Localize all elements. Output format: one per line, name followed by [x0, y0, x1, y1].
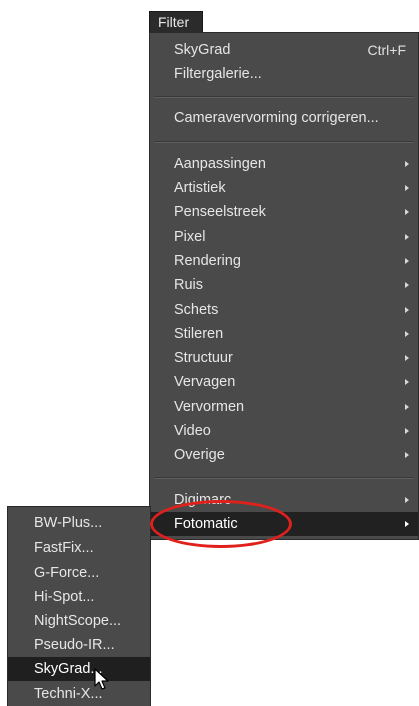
chevron-right-icon	[405, 161, 409, 167]
submenu-item-label: Hi-Spot...	[34, 589, 95, 605]
menu-item-label: Stileren	[174, 326, 224, 342]
menu-item-stileren[interactable]: Stileren	[150, 322, 418, 346]
chevron-right-icon	[405, 307, 409, 313]
submenu-item-label: Pseudo-IR...	[34, 637, 115, 653]
submenu-item-label: FastFix...	[34, 540, 94, 556]
menu-item-label: Aanpassingen	[174, 156, 266, 172]
menu-item-label: Penseelstreek	[174, 204, 266, 220]
menu-item-skygrad-last-filter[interactable]: SkyGrad Ctrl+F	[150, 38, 418, 62]
fotomatic-submenu: BW-Plus... FastFix... G-Force... Hi-Spot…	[7, 506, 151, 706]
submenu-item-fastfix[interactable]: FastFix...	[8, 536, 150, 560]
menu-item-label: Artistiek	[174, 180, 226, 196]
chevron-right-icon	[405, 452, 409, 458]
menu-item-overige[interactable]: Overige	[150, 443, 418, 467]
screenshot-stage: Filter SkyGrad Ctrl+F Filtergalerie... C…	[0, 0, 419, 706]
menubar-filter[interactable]: Filter	[149, 11, 203, 33]
menu-item-digimarc[interactable]: Digimarc	[150, 488, 418, 512]
menu-item-label: SkyGrad	[174, 42, 231, 58]
menu-separator	[154, 96, 414, 98]
menu-item-schets[interactable]: Schets	[150, 298, 418, 322]
submenu-item-techni-x[interactable]: Techni-X...	[8, 682, 150, 706]
submenu-item-pseudo-ir[interactable]: Pseudo-IR...	[8, 633, 150, 657]
menu-item-rendering[interactable]: Rendering	[150, 249, 418, 273]
menu-item-label: Structuur	[174, 350, 233, 366]
submenu-item-label: NightScope...	[34, 613, 122, 629]
chevron-right-icon	[405, 428, 409, 434]
submenu-item-nightscope[interactable]: NightScope...	[8, 609, 150, 633]
menu-item-label: Filtergalerie...	[174, 66, 262, 82]
chevron-right-icon	[405, 521, 409, 527]
menu-item-structuur[interactable]: Structuur	[150, 346, 418, 370]
chevron-right-icon	[405, 379, 409, 385]
menu-item-artistiek[interactable]: Artistiek	[150, 176, 418, 200]
submenu-item-label: SkyGrad...	[34, 661, 103, 677]
menubar-filter-label: Filter	[158, 14, 190, 30]
menu-item-label: Vervormen	[174, 399, 245, 415]
menu-item-vervagen[interactable]: Vervagen	[150, 370, 418, 394]
menu-item-penseelstreek[interactable]: Penseelstreek	[150, 200, 418, 224]
menu-item-pixel[interactable]: Pixel	[150, 225, 418, 249]
menu-item-label: Rendering	[174, 253, 241, 269]
chevron-right-icon	[405, 331, 409, 337]
submenu-item-bw-plus[interactable]: BW-Plus...	[8, 511, 150, 535]
menu-item-filtergalerie[interactable]: Filtergalerie...	[150, 62, 418, 86]
menu-item-label: Digimarc	[174, 492, 232, 508]
menu-item-label: Overige	[174, 447, 225, 463]
menu-item-ruis[interactable]: Ruis	[150, 273, 418, 297]
chevron-right-icon	[405, 404, 409, 410]
submenu-item-label: G-Force...	[34, 565, 100, 581]
menu-item-vervormen[interactable]: Vervormen	[150, 395, 418, 419]
chevron-right-icon	[405, 282, 409, 288]
menu-item-aanpassingen[interactable]: Aanpassingen	[150, 152, 418, 176]
menu-item-fotomatic[interactable]: Fotomatic	[150, 512, 418, 536]
menu-item-label: Schets	[174, 302, 219, 318]
chevron-right-icon	[405, 497, 409, 503]
menu-item-label: Video	[174, 423, 211, 439]
menu-item-label: Cameravervorming corrigeren...	[174, 110, 379, 126]
menu-separator	[154, 141, 414, 143]
submenu-item-label: BW-Plus...	[34, 515, 103, 531]
chevron-right-icon	[405, 355, 409, 361]
chevron-right-icon	[405, 185, 409, 191]
menu-item-label: Vervagen	[174, 374, 236, 390]
submenu-item-label: Techni-X...	[34, 686, 103, 702]
chevron-right-icon	[405, 209, 409, 215]
menu-item-label: Pixel	[174, 229, 206, 245]
menu-separator	[154, 477, 414, 479]
menu-item-cameravervorming[interactable]: Cameravervorming corrigeren...	[150, 106, 418, 130]
menu-item-label: Ruis	[174, 277, 204, 293]
menu-item-label: Fotomatic	[174, 516, 238, 532]
submenu-item-skygrad[interactable]: SkyGrad...	[8, 657, 150, 681]
chevron-right-icon	[405, 258, 409, 264]
filter-menu: SkyGrad Ctrl+F Filtergalerie... Camerave…	[149, 32, 419, 540]
submenu-item-hi-spot[interactable]: Hi-Spot...	[8, 585, 150, 609]
submenu-item-g-force[interactable]: G-Force...	[8, 561, 150, 585]
chevron-right-icon	[405, 234, 409, 240]
menu-item-video[interactable]: Video	[150, 419, 418, 443]
menu-item-shortcut: Ctrl+F	[367, 42, 407, 58]
